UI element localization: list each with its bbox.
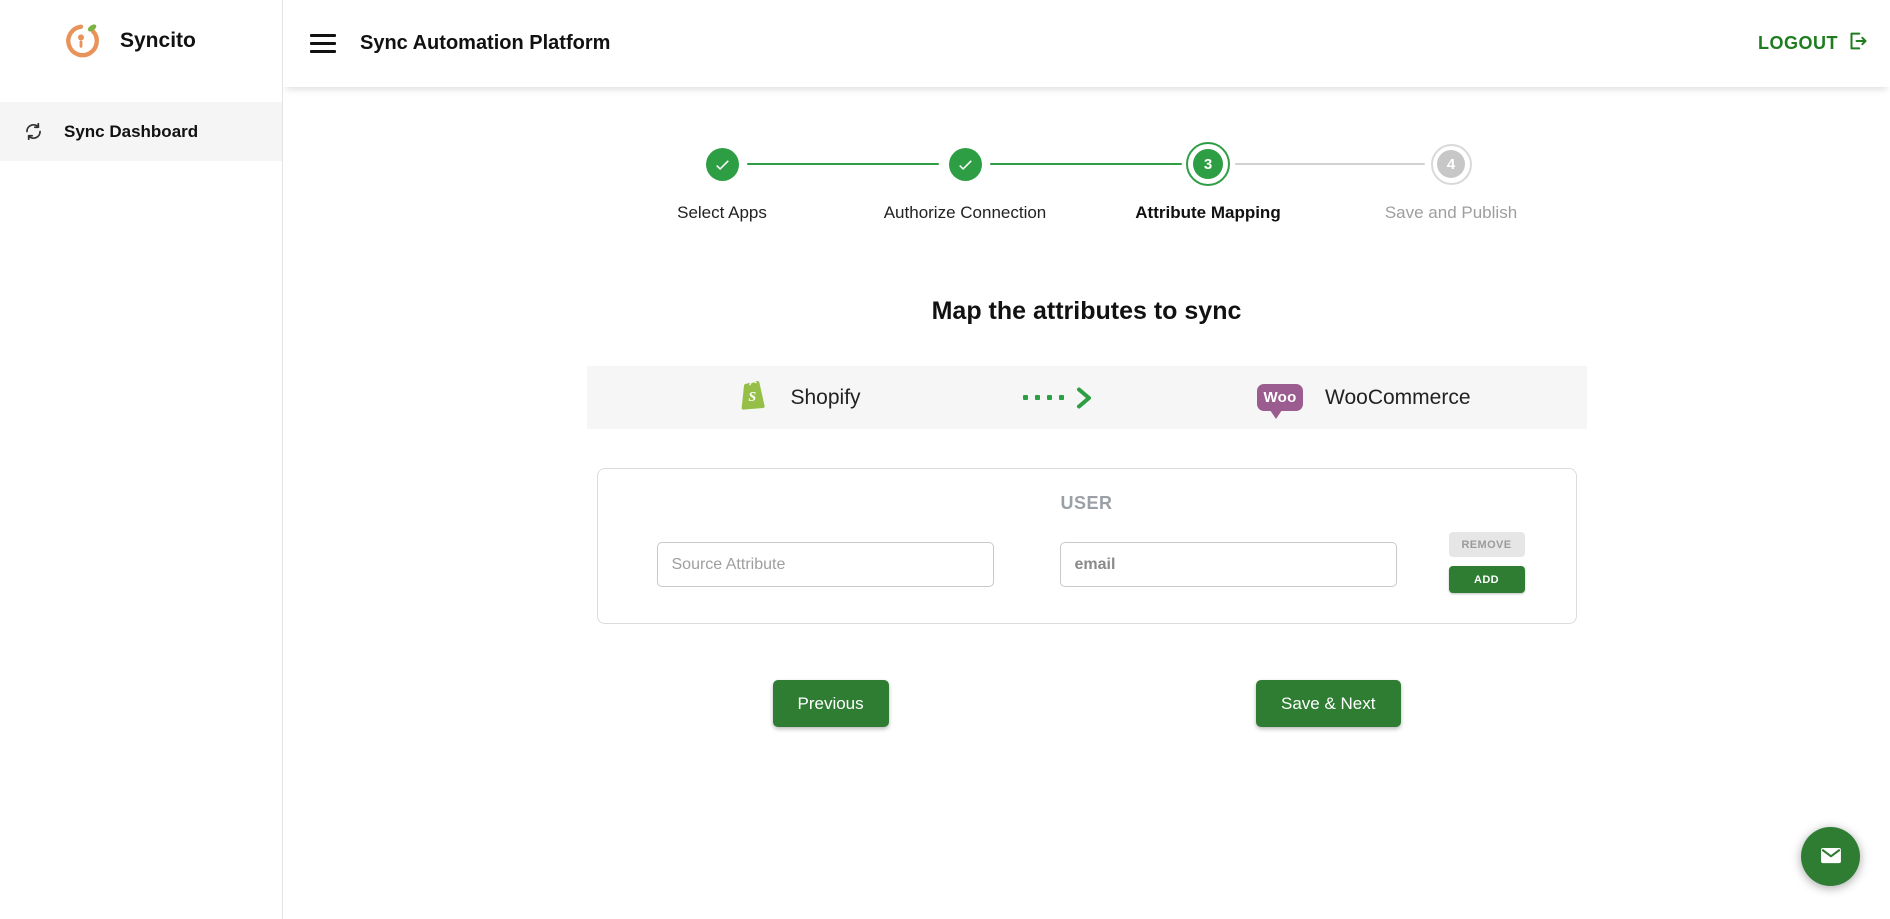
top-header: Sync Automation Platform LOGOUT: [283, 0, 1890, 87]
app-root: Syncito Sync Dashboard Sync Automation P: [0, 0, 1890, 919]
wizard-stepper: Select Apps Authorize Connection 3: [601, 141, 1573, 223]
target-attribute-input[interactable]: [1060, 542, 1397, 587]
step-3-label: Attribute Mapping: [1135, 203, 1280, 223]
save-next-button[interactable]: Save & Next: [1256, 680, 1401, 727]
envelope-icon: [1817, 841, 1845, 872]
sidebar-item-label: Sync Dashboard: [64, 122, 198, 142]
stepper-connector-1: [747, 163, 939, 165]
step-3-number: 3: [1193, 149, 1223, 179]
page-title: Sync Automation Platform: [360, 32, 610, 55]
stepper-connector-3: [1235, 163, 1425, 165]
logout-label: LOGOUT: [1758, 33, 1838, 54]
apps-connection-row: S Shopify Woo WooCommerce: [587, 366, 1587, 429]
source-app-label: Shopify: [791, 386, 861, 410]
map-attributes-heading: Map the attributes to sync: [283, 297, 1890, 326]
sidebar-nav: Sync Dashboard: [0, 102, 282, 161]
sidebar-item-sync-dashboard[interactable]: Sync Dashboard: [0, 102, 282, 161]
woocommerce-icon: Woo: [1257, 384, 1303, 411]
source-app: S Shopify: [737, 377, 861, 418]
step-authorize-connection: Authorize Connection: [844, 141, 1087, 223]
syncito-logo-icon: [62, 22, 100, 60]
sync-icon: [22, 121, 44, 143]
step-select-apps: Select Apps: [601, 141, 844, 223]
step-4-circle[interactable]: 4: [1431, 144, 1472, 185]
brand[interactable]: Syncito: [0, 0, 282, 60]
step-3-circle[interactable]: 3: [1186, 142, 1230, 186]
mapping-row: REMOVE ADD: [598, 536, 1576, 593]
chat-widget-button[interactable]: [1801, 827, 1860, 886]
logout-button[interactable]: LOGOUT: [1758, 30, 1868, 57]
step-2-label: Authorize Connection: [884, 203, 1047, 223]
step-1-label: Select Apps: [677, 203, 767, 223]
stepper-connector-2: [990, 163, 1182, 165]
logout-icon: [1846, 30, 1868, 57]
remove-mapping-button[interactable]: REMOVE: [1449, 532, 1525, 557]
step-2-check-icon[interactable]: [949, 148, 982, 181]
sidebar: Syncito Sync Dashboard: [0, 0, 283, 919]
wizard-actions: Previous Save & Next: [773, 680, 1401, 727]
step-4-number: 4: [1437, 150, 1465, 178]
sync-direction-arrow-icon: [1023, 386, 1095, 410]
step-save-and-publish: 4 Save and Publish: [1330, 141, 1573, 223]
shopify-icon: S: [737, 377, 769, 418]
svg-text:S: S: [748, 390, 756, 405]
previous-button[interactable]: Previous: [773, 680, 889, 727]
add-mapping-button[interactable]: ADD: [1449, 566, 1525, 593]
menu-icon[interactable]: [310, 34, 336, 53]
attribute-mapping-card: USER REMOVE ADD: [597, 468, 1577, 624]
main-content: Select Apps Authorize Connection 3: [283, 87, 1890, 919]
step-1-check-icon[interactable]: [706, 148, 739, 181]
source-attribute-input[interactable]: [657, 542, 994, 587]
brand-name: Syncito: [120, 29, 196, 53]
entity-section-title: USER: [598, 493, 1576, 514]
row-actions: REMOVE ADD: [1449, 532, 1525, 593]
step-attribute-mapping: 3 Attribute Mapping: [1087, 141, 1330, 223]
target-app: Woo WooCommerce: [1257, 384, 1470, 411]
step-4-label: Save and Publish: [1385, 203, 1517, 223]
target-app-label: WooCommerce: [1325, 386, 1470, 410]
